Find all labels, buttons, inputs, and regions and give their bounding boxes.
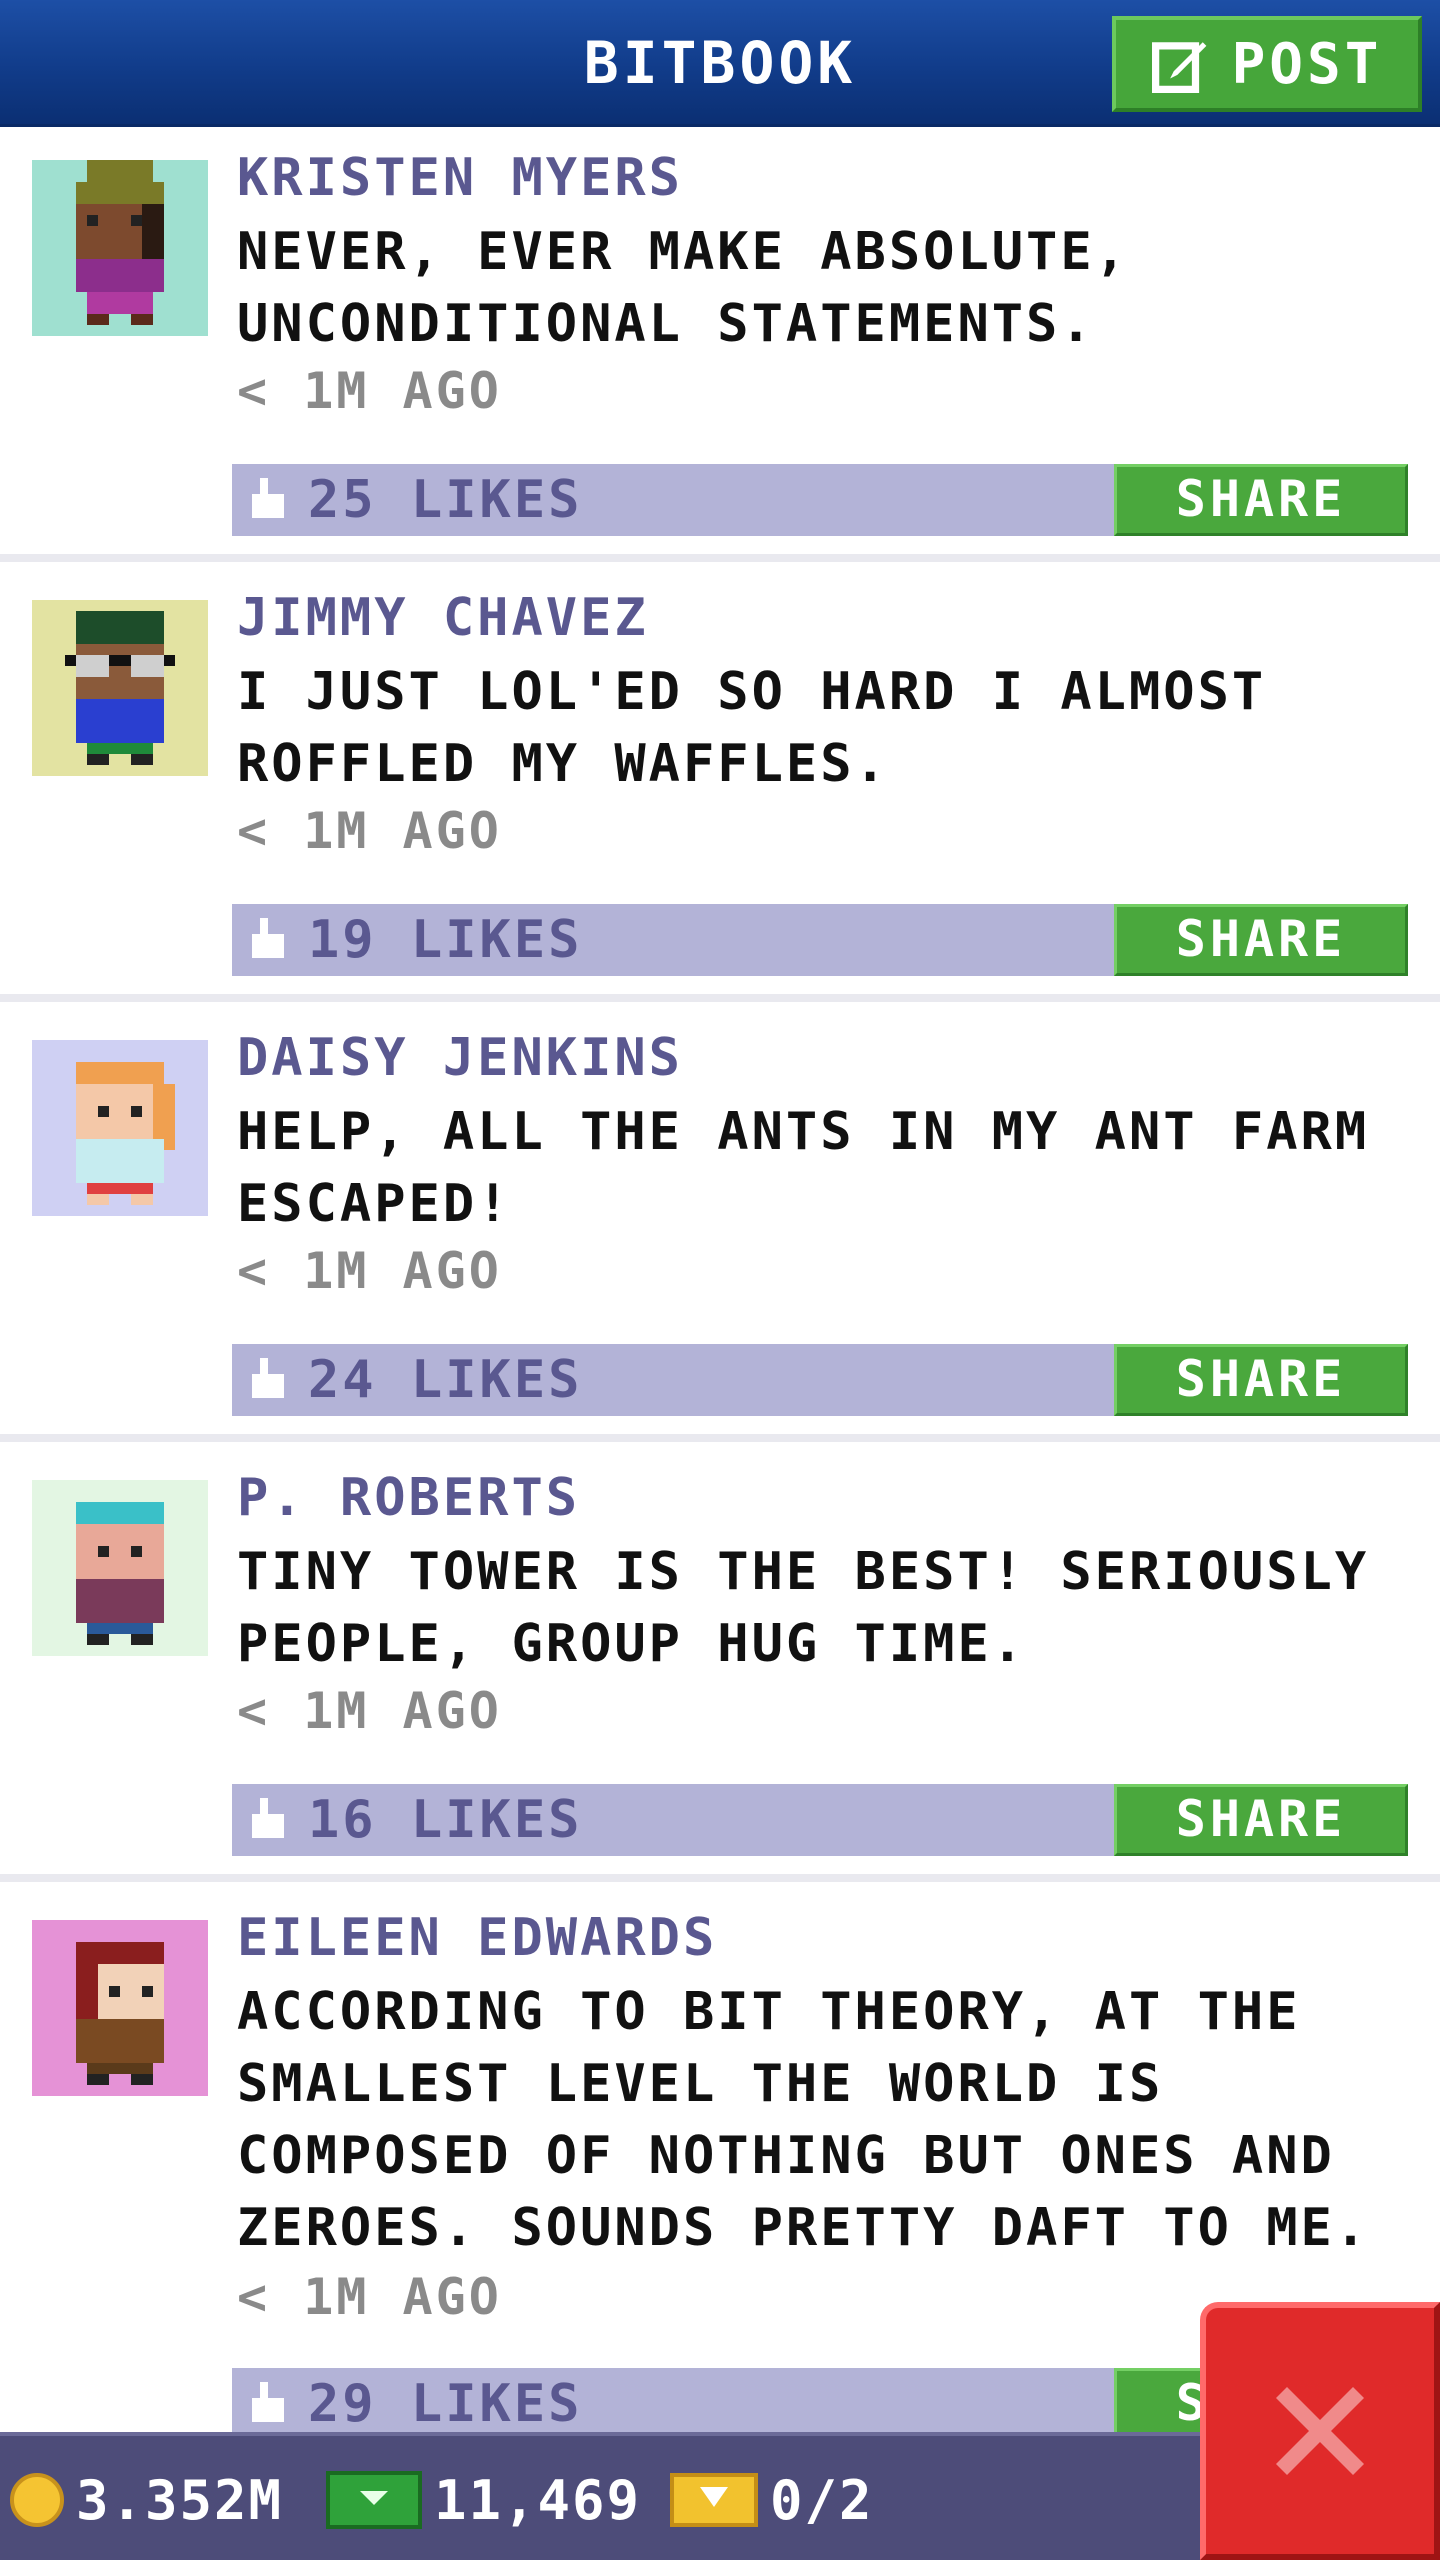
close-icon — [1276, 2387, 1364, 2475]
post-time: < 1M AGO — [237, 802, 502, 860]
coins-stat: 3.352M — [10, 2456, 283, 2544]
tickets-value: 0/2 — [770, 2468, 874, 2532]
thumbs-up-icon[interactable] — [248, 1798, 288, 1842]
post-time: < 1M AGO — [237, 362, 502, 420]
post-message: HELP, ALL THE ANTS IN MY ANT FARM ESCAPE… — [237, 1102, 1370, 1234]
feed-post: JIMMY CHAVEZ I JUST LOL'ED SO HARD I ALM… — [0, 570, 1440, 1002]
avatar — [32, 1480, 208, 1656]
feed-post: DAISY JENKINS HELP, ALL THE ANTS IN MY A… — [0, 1010, 1440, 1442]
like-bar: 16 LIKES SHARE — [232, 1784, 1408, 1856]
app-header: BITBOOK POST — [0, 0, 1440, 127]
post-message: I JUST LOL'ED SO HARD I ALMOST ROFFLED M… — [237, 662, 1267, 794]
likes-count: 19 LIKES — [308, 910, 583, 970]
post-message: TINY TOWER IS THE BEST! SERIOUSLY PEOPLE… — [237, 1542, 1370, 1674]
post-author[interactable]: EILEEN EDWARDS — [237, 1908, 717, 1968]
feed-post: KRISTEN MYERS NEVER, EVER MAKE ABSOLUTE,… — [0, 130, 1440, 562]
avatar — [32, 1920, 208, 2096]
thumbs-up-icon[interactable] — [248, 2382, 288, 2426]
like-bar: 19 LIKES SHARE — [232, 904, 1408, 976]
close-button[interactable] — [1200, 2302, 1440, 2560]
thumbs-up-icon[interactable] — [248, 478, 288, 522]
likes-count: 25 LIKES — [308, 470, 583, 530]
likes-count: 16 LIKES — [308, 1790, 583, 1850]
post-message: NEVER, EVER MAKE ABSOLUTE, UNCONDITIONAL… — [237, 222, 1129, 354]
share-button[interactable]: SHARE — [1114, 1784, 1408, 1856]
bux-value: 11,469 — [434, 2468, 642, 2532]
post-time: < 1M AGO — [237, 2268, 502, 2326]
post-message: ACCORDING TO BIT THEORY, AT THE SMALLEST… — [237, 1982, 1370, 2258]
like-bar: 24 LIKES SHARE — [232, 1344, 1408, 1416]
post-time: < 1M AGO — [237, 1242, 502, 1300]
post-time: < 1M AGO — [237, 1682, 502, 1740]
tickets-stat: 0/2 — [670, 2456, 874, 2544]
post-author[interactable]: JIMMY CHAVEZ — [237, 588, 649, 648]
coin-icon — [10, 2473, 64, 2527]
avatar — [32, 1040, 208, 1216]
coins-value: 3.352M — [76, 2468, 284, 2532]
like-bar: 25 LIKES SHARE — [232, 464, 1408, 536]
likes-count: 29 LIKES — [308, 2374, 583, 2434]
share-button[interactable]: SHARE — [1114, 1344, 1408, 1416]
ticket-icon — [670, 2473, 758, 2527]
avatar — [32, 600, 208, 776]
post-button-label: POST — [1231, 31, 1383, 97]
post-author[interactable]: DAISY JENKINS — [237, 1028, 683, 1088]
post-author[interactable]: KRISTEN MYERS — [237, 148, 683, 208]
feed-post: P. ROBERTS TINY TOWER IS THE BEST! SERIO… — [0, 1450, 1440, 1882]
likes-count: 24 LIKES — [308, 1350, 583, 1410]
edit-icon — [1151, 42, 1206, 93]
bux-icon — [326, 2471, 422, 2529]
thumbs-up-icon[interactable] — [248, 918, 288, 962]
share-button[interactable]: SHARE — [1114, 904, 1408, 976]
avatar — [32, 160, 208, 336]
share-button[interactable]: SHARE — [1114, 464, 1408, 536]
bux-stat: 11,469 — [326, 2456, 641, 2544]
post-button[interactable]: POST — [1112, 16, 1422, 112]
thumbs-up-icon[interactable] — [248, 1358, 288, 1402]
post-author[interactable]: P. ROBERTS — [237, 1468, 580, 1528]
